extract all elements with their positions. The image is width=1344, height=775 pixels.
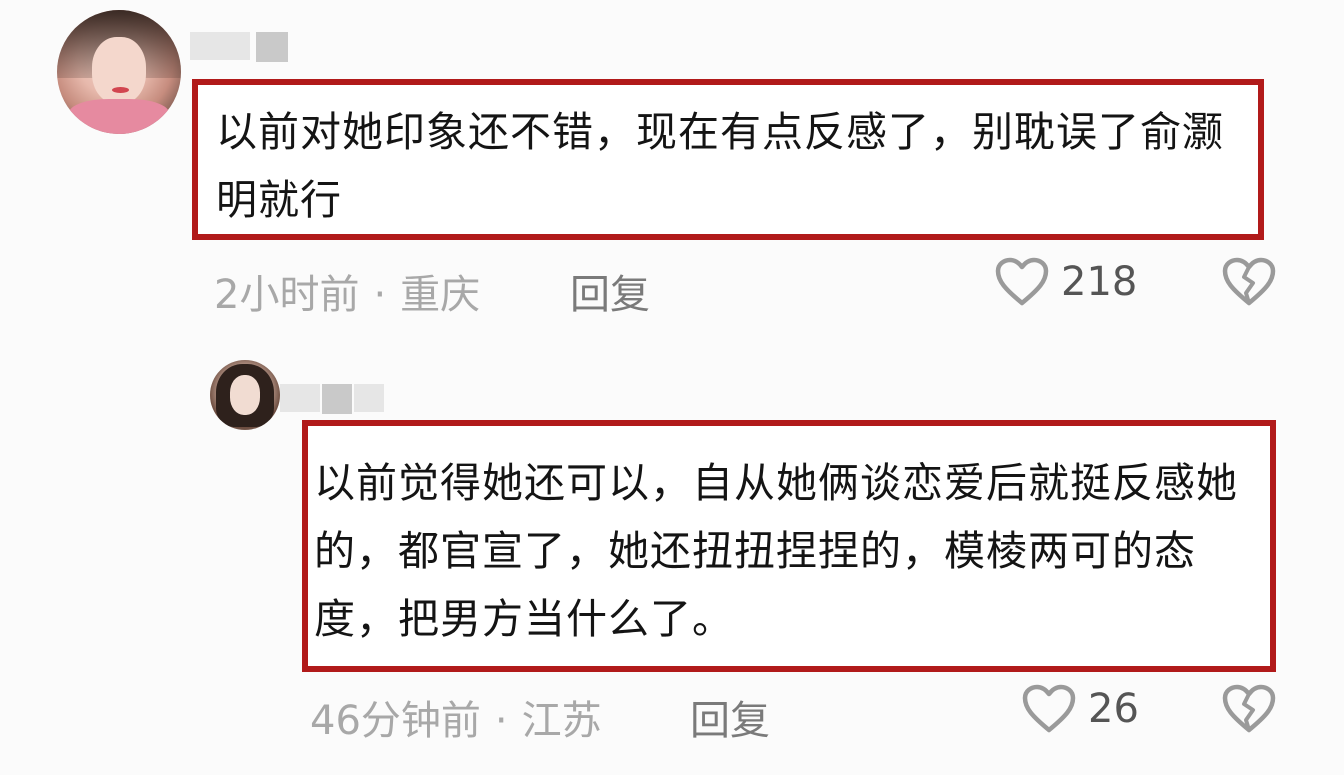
like-count: 26 bbox=[1088, 686, 1139, 732]
comment-meta: 46分钟前 · 江苏 bbox=[310, 688, 602, 746]
avatar-face bbox=[229, 375, 261, 415]
avatar-face bbox=[91, 37, 147, 105]
reply-button[interactable]: 回复 bbox=[690, 688, 770, 746]
username-redacted bbox=[190, 32, 250, 60]
comment-time: 2小时前 bbox=[214, 272, 360, 318]
username-redacted bbox=[280, 384, 320, 412]
like-button[interactable]: 218 bbox=[995, 257, 1137, 307]
broken-heart-icon[interactable] bbox=[1222, 257, 1276, 307]
like-button[interactable]: 26 bbox=[1022, 684, 1139, 734]
username-redacted bbox=[256, 32, 288, 62]
avatar[interactable] bbox=[57, 10, 181, 134]
avatar-lips bbox=[111, 86, 129, 94]
comment-text: 以前觉得她还可以，自从她俩谈恋爱后就挺反感她的，都官宣了，她还扭扭捏捏的，模棱两… bbox=[314, 459, 1238, 643]
reply-button[interactable]: 回复 bbox=[570, 262, 650, 320]
comment-location: 江苏 bbox=[521, 698, 602, 744]
username-redacted bbox=[354, 384, 384, 412]
broken-heart-icon[interactable] bbox=[1222, 684, 1276, 734]
meta-separator: · bbox=[494, 698, 508, 744]
comment-text: 以前对她印象还不错，现在有点反感了，别耽误了俞灏明就行 bbox=[216, 108, 1224, 224]
comment-meta: 2小时前 · 重庆 bbox=[214, 262, 480, 320]
comment-time: 46分钟前 bbox=[310, 698, 481, 744]
avatar[interactable] bbox=[210, 360, 280, 430]
comment-highlight-box: 以前觉得她还可以，自从她俩谈恋爱后就挺反感她的，都官宣了，她还扭扭捏捏的，模棱两… bbox=[302, 420, 1276, 672]
like-count: 218 bbox=[1061, 259, 1138, 305]
comment-location: 重庆 bbox=[400, 272, 481, 318]
heart-outline-icon bbox=[1022, 684, 1076, 734]
meta-separator: · bbox=[373, 272, 387, 318]
comment-highlight-box: 以前对她印象还不错，现在有点反感了，别耽误了俞灏明就行 bbox=[192, 79, 1264, 240]
avatar-clothes bbox=[69, 99, 169, 134]
heart-outline-icon bbox=[995, 257, 1049, 307]
username-redacted bbox=[322, 384, 352, 414]
